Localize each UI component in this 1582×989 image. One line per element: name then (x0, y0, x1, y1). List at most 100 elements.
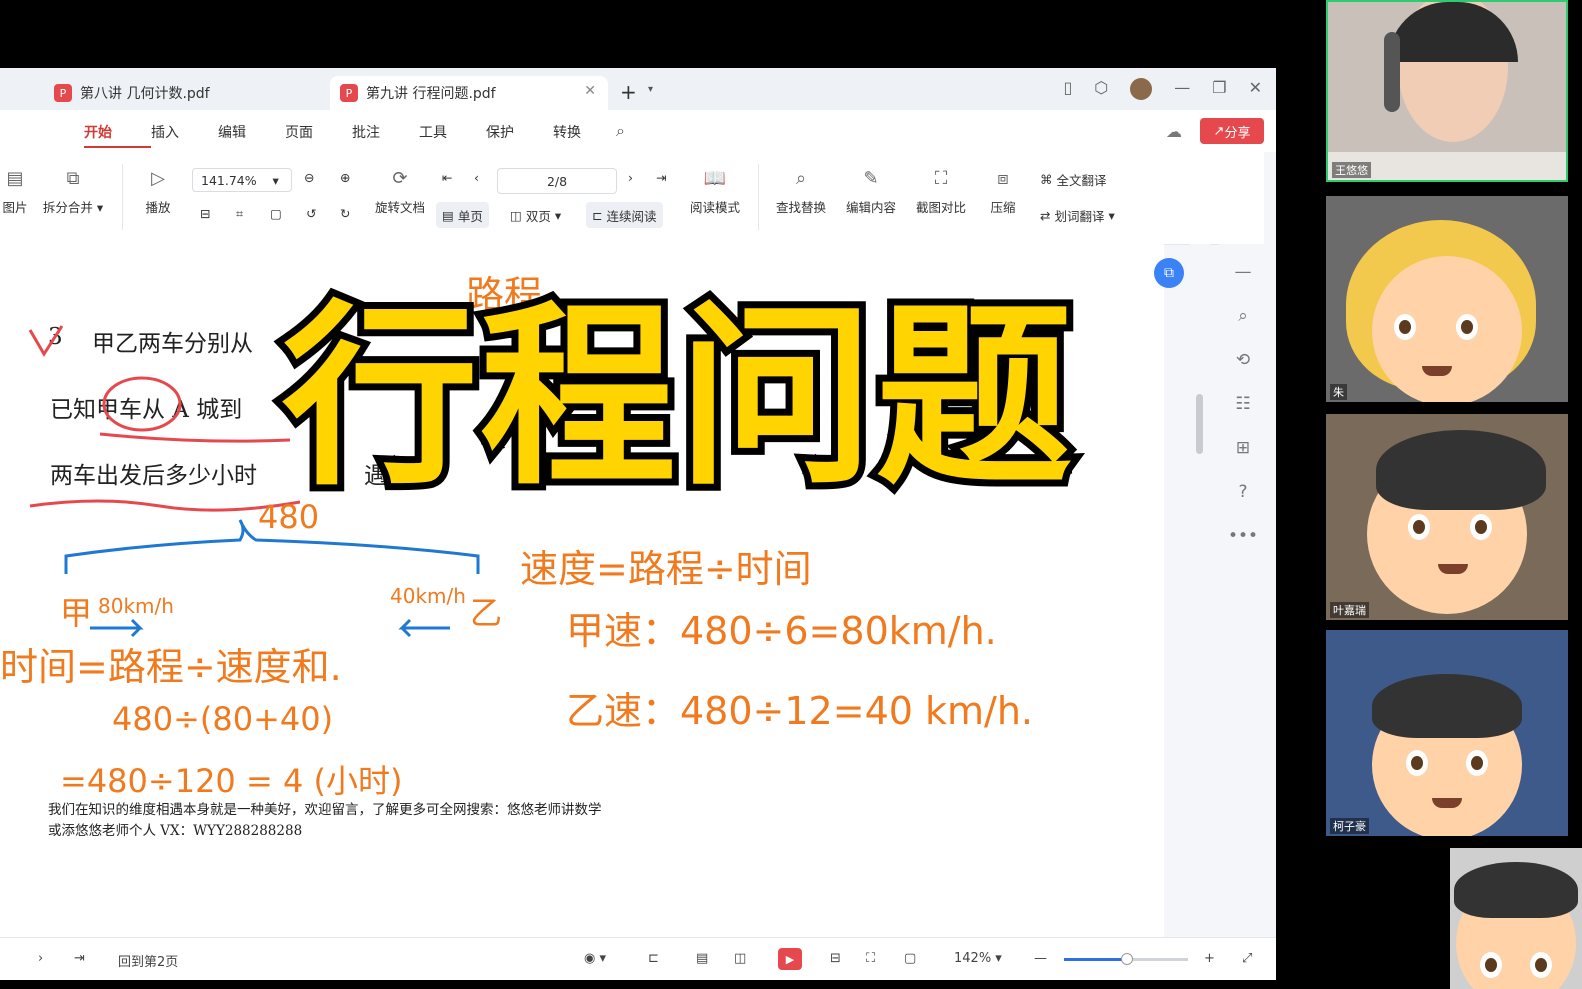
settings-sliders-icon[interactable]: ☷ (1235, 394, 1250, 414)
actual-size-icon[interactable]: ▢ (270, 206, 282, 221)
last-page-icon[interactable]: ⇥ (656, 170, 666, 185)
zoom-slider[interactable] (1064, 953, 1188, 965)
page-input[interactable]: 2/8 (497, 168, 617, 194)
menu-item-start[interactable]: 开始 (84, 122, 151, 148)
image-icon: ▤ (6, 168, 24, 189)
prev-page-icon[interactable]: ‹ (474, 170, 479, 185)
screenshot-compare-button[interactable]: ⛶ 截图对比 (912, 168, 970, 216)
eye (1406, 750, 1428, 776)
fit-width-icon[interactable]: ⊟ (200, 206, 210, 221)
sync-icon[interactable]: ⟲ (1236, 350, 1250, 370)
menu-item-page[interactable]: 页面 (285, 122, 352, 148)
find-replace-button[interactable]: ⌕ 查找替换 (772, 168, 830, 216)
menu-item-convert[interactable]: 转换 (553, 122, 620, 148)
minimize-icon[interactable]: — (1174, 78, 1190, 100)
single-page-button[interactable]: ▤ 单页 (436, 202, 489, 228)
search-icon[interactable]: ⌕ (616, 121, 625, 141)
participant-name: 叶嘉瑞 (1330, 602, 1369, 618)
handwriting-yi: 乙 (470, 594, 503, 632)
split-merge-icon: ⧉ (66, 168, 80, 189)
zoom-select[interactable]: 141.74% ▾ (192, 168, 292, 192)
zoom-in-icon[interactable]: ⊕ (340, 170, 350, 185)
fullscreen-fit-icon[interactable]: ⛶ (866, 951, 875, 966)
back-to-page-link[interactable]: 回到第2页 (118, 951, 178, 970)
dark-hair (1454, 862, 1578, 918)
avatar[interactable] (1130, 78, 1153, 100)
cloud-icon[interactable]: ☁ (1166, 122, 1182, 141)
zoom-slider-knob[interactable] (1121, 953, 1133, 965)
next-page-icon[interactable]: › (38, 951, 43, 966)
rotate-right-icon[interactable]: ↻ (340, 206, 350, 221)
read-mode-button[interactable]: 📖 阅读模式 (686, 168, 744, 216)
eye (1394, 314, 1416, 340)
layout-icon[interactable]: ▯ (1063, 78, 1072, 100)
handwriting-calc-1: 480÷(80+40) (112, 700, 334, 738)
new-tab-icon[interactable]: + (620, 80, 637, 104)
fit-icon[interactable]: ⊏ (648, 951, 659, 966)
zoom-in-icon[interactable]: + (1204, 951, 1215, 966)
more-icon[interactable]: ••• (1228, 526, 1258, 546)
full-translate-button[interactable]: ⌘ 全文翻译 (1034, 166, 1113, 192)
video-tile-participant-3[interactable]: 叶嘉瑞 (1326, 414, 1568, 620)
divider (122, 164, 123, 230)
rotate-left-icon[interactable]: ↺ (306, 206, 316, 221)
edit-content-button[interactable]: ✎ 编辑内容 (842, 168, 900, 216)
menu: 开始 插入 编辑 页面 批注 工具 保护 转换 (84, 122, 620, 148)
handwriting-calc-2: =480÷120 = 4 (小时) (60, 762, 403, 800)
cube-icon[interactable]: ⬡ (1094, 78, 1108, 100)
rotate-button[interactable]: ⟳ 旋转文档 (372, 168, 428, 216)
play-icon: ▷ (151, 168, 165, 189)
screenshot-icon: ⛶ (934, 168, 948, 189)
double-page-button[interactable]: ◫ 双页 ▾ (504, 202, 567, 228)
menu-item-annotate[interactable]: 批注 (352, 122, 419, 148)
continuous-read-button[interactable]: ⊏ 连续阅读 (586, 202, 663, 228)
tab-lecture9[interactable]: P 第九讲 行程问题.pdf ✕ (330, 76, 608, 110)
next-page-icon[interactable]: › (628, 170, 633, 185)
menu-bar: 开始 插入 编辑 页面 批注 工具 保护 转换 ⌕ ☁ ↗ 分享 (0, 110, 1276, 152)
expand-icon[interactable]: ⤢ (1242, 951, 1252, 966)
zoom-out-icon[interactable]: — (1034, 951, 1047, 966)
collapse-icon[interactable]: — (1235, 262, 1252, 282)
participant-name: 柯子豪 (1330, 818, 1369, 834)
thumbnail-icon[interactable]: ⊟ (830, 951, 841, 966)
actual-size-icon[interactable]: ▢ (904, 951, 916, 966)
zoom-slider-fill (1064, 958, 1126, 961)
help-icon[interactable]: ? (1238, 482, 1247, 502)
translate-float-button[interactable]: ⧉ (1154, 258, 1184, 288)
share-button[interactable]: ↗ 分享 (1200, 118, 1264, 144)
video-tile-participant-5[interactable] (1450, 848, 1582, 989)
word-translate-button[interactable]: ⇄ 划词翻译 ▾ (1034, 202, 1121, 228)
close-window-icon[interactable]: ✕ (1249, 78, 1262, 100)
double-page-icon[interactable]: ◫ (734, 951, 746, 966)
video-tile-participant-2[interactable]: 朱 (1326, 196, 1568, 402)
eye-icon[interactable]: ◉ ▾ (584, 951, 606, 966)
menu-item-protect[interactable]: 保护 (486, 122, 553, 148)
footer-line-2: 或添悠悠老师个人 VX：WYY288288288 (48, 823, 303, 839)
bookmark-icon[interactable]: ⊞ (1236, 438, 1250, 458)
single-page-icon[interactable]: ▤ (696, 951, 708, 966)
footer-line-1: 我们在知识的维度相遇本身就是一种美好，欢迎留言，了解更多可全网搜索：悠悠老师讲数… (48, 802, 602, 818)
split-merge-button[interactable]: ⧉ 拆分合并 ▾ (38, 168, 108, 216)
fit-page-icon[interactable]: ⌗ (236, 206, 243, 222)
play-button[interactable]: ▷ 播放 (140, 168, 176, 216)
video-tile-participant-4[interactable]: 柯子豪 (1326, 630, 1568, 836)
tab-label: 第八讲 几何计数.pdf (80, 86, 210, 102)
vertical-scrollbar[interactable] (1190, 244, 1210, 937)
first-page-icon[interactable]: ⇤ (442, 170, 452, 185)
chevron-down-icon[interactable]: ▾ (648, 84, 653, 95)
zoom-value[interactable]: 142% ▾ (954, 951, 1002, 966)
close-icon[interactable]: ✕ (584, 83, 596, 99)
menu-item-edit[interactable]: 编辑 (218, 122, 285, 148)
zoom-out-icon[interactable]: ⊖ (304, 170, 314, 185)
search-icon[interactable]: ⌕ (1238, 306, 1248, 326)
restore-icon[interactable]: ❐ (1212, 78, 1226, 100)
last-page-icon[interactable]: ⇥ (74, 951, 85, 966)
menu-item-insert[interactable]: 插入 (151, 122, 218, 148)
menu-item-tools[interactable]: 工具 (419, 122, 486, 148)
video-tile-teacher[interactable]: 王悠悠 (1326, 0, 1568, 182)
scroll-thumb[interactable] (1196, 394, 1203, 454)
compress-button[interactable]: ⧈ 压缩 (986, 168, 1020, 216)
tab-lecture8[interactable]: P 第八讲 几何计数.pdf (44, 76, 316, 110)
image-button[interactable]: ▤ 图片 (0, 168, 30, 216)
play-button[interactable]: ▶ (778, 948, 802, 970)
